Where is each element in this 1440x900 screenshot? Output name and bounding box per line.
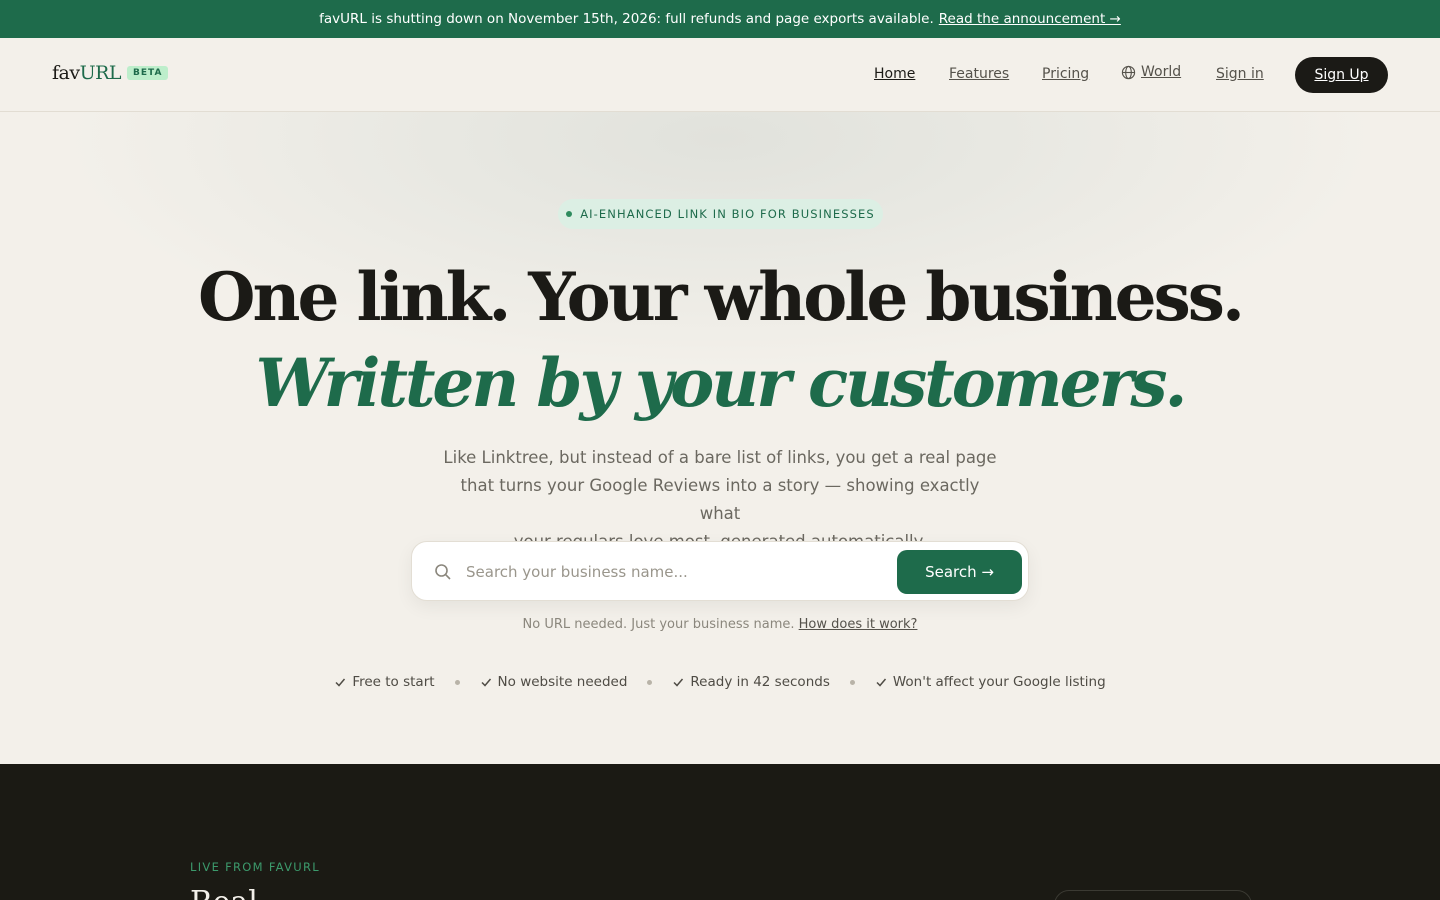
site-header: favURL BETA Home Features Pricing World … — [0, 38, 1440, 112]
how-it-works-link[interactable]: How does it work? — [799, 617, 918, 632]
announcement-link[interactable]: Read the announcement → — [939, 11, 1121, 27]
logo-wordmark: favURL — [52, 62, 122, 84]
search-hint-text: No URL needed. Just your business name. — [522, 617, 795, 632]
nav-features[interactable]: Features — [949, 66, 1009, 82]
logo-url: URL — [79, 62, 122, 84]
live-section-eyebrow: LIVE FROM FAVURL — [190, 860, 320, 874]
check-icon — [335, 678, 346, 687]
live-section-title: Real — [190, 888, 258, 900]
live-section-control[interactable] — [1054, 890, 1252, 900]
feature-item: Ready in 42 seconds — [672, 674, 830, 690]
feature-label: Ready in 42 seconds — [690, 674, 830, 690]
status-dot — [566, 211, 573, 217]
hero-tag: AI-ENHANCED LINK IN BIO FOR BUSINESSES — [558, 199, 883, 229]
sign-up-button[interactable]: Sign Up — [1295, 57, 1388, 93]
hero-headline-accent: Written by your customers. — [255, 344, 1187, 422]
nav-pricing[interactable]: Pricing — [1042, 66, 1089, 82]
logo[interactable]: favURL BETA — [52, 62, 169, 84]
search-button[interactable]: Search → — [897, 550, 1022, 594]
feature-label: Free to start — [352, 674, 435, 690]
business-search-input[interactable] — [466, 554, 886, 590]
live-section: LIVE FROM FAVURL Real — [0, 764, 1440, 900]
check-icon — [876, 678, 886, 687]
beta-badge: BETA — [127, 66, 169, 80]
hero-description-line-2: that turns your Google Reviews into a st… — [460, 476, 980, 523]
feature-item: Won't affect your Google listing — [875, 674, 1106, 690]
hero-description: Like Linktree, but instead of a bare lis… — [440, 444, 1000, 556]
separator-dot — [647, 679, 653, 685]
separator-dot — [454, 679, 460, 685]
hero-headline: One link. Your whole business. — [198, 258, 1245, 336]
feature-label: No website needed — [497, 674, 628, 690]
business-search-box: Search → — [411, 541, 1029, 601]
nav-sign-in[interactable]: Sign in — [1216, 66, 1264, 82]
separator-dot — [849, 679, 855, 685]
search-icon — [435, 564, 451, 580]
feature-item: No website needed — [480, 674, 628, 690]
globe-icon — [1121, 65, 1136, 79]
hero-tag-label: AI-ENHANCED LINK IN BIO FOR BUSINESSES — [580, 207, 875, 221]
logo-fav: fav — [52, 62, 80, 84]
check-icon — [481, 678, 491, 687]
check-icon — [673, 678, 684, 687]
feature-list: Free to start No website needed Ready in… — [0, 674, 1440, 690]
nav-world[interactable]: World — [1121, 64, 1181, 80]
banner-text: favURL is shutting down on November 15th… — [319, 11, 934, 27]
nav-world-label: World — [1141, 64, 1182, 80]
feature-label: Won't affect your Google listing — [892, 674, 1106, 690]
search-hint: No URL needed. Just your business name. … — [0, 617, 1440, 632]
hero-description-line-1: Like Linktree, but instead of a bare lis… — [443, 448, 997, 467]
nav-home[interactable]: Home — [874, 66, 915, 82]
announcement-banner: favURL is shutting down on November 15th… — [0, 0, 1440, 38]
feature-item: Free to start — [334, 674, 435, 690]
